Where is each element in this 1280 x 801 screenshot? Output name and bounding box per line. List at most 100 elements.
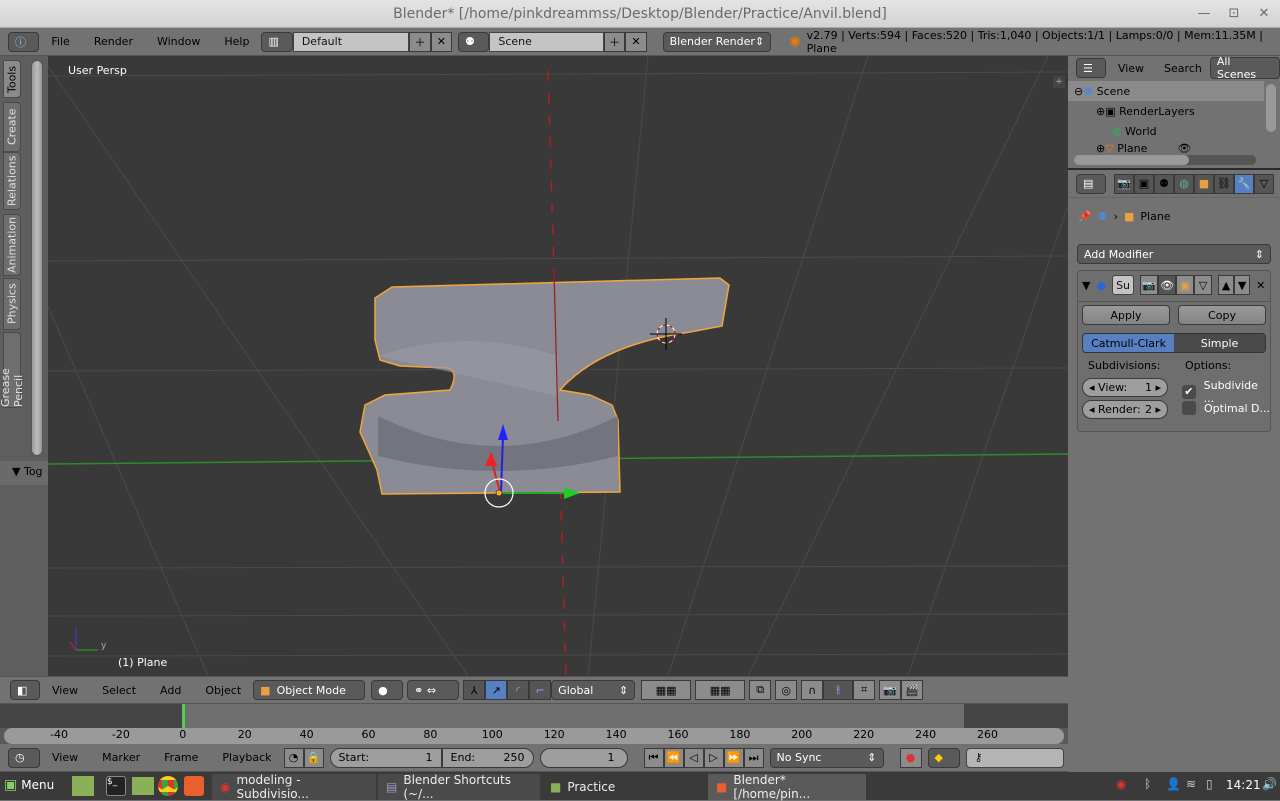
close-button[interactable]: ✕ [1256, 6, 1272, 22]
clock[interactable]: 14:21 [1226, 778, 1261, 792]
play-reverse-icon[interactable]: ◁ [683, 747, 704, 768]
proportional-edit-icon[interactable]: ◎ [775, 680, 798, 700]
object-tab-icon[interactable]: ■ [1194, 173, 1214, 194]
properties-editor-icon[interactable]: ▤ [1076, 173, 1106, 194]
terminal-icon[interactable]: $_ [106, 776, 126, 796]
copy-button[interactable]: Copy [1178, 305, 1266, 325]
render-levels-field[interactable]: ◂ Render: 2 ▸ [1082, 400, 1168, 419]
simple-option[interactable]: Simple [1174, 334, 1265, 352]
task-chrome[interactable]: ◉ modeling - Subdivisio... [212, 773, 376, 801]
menu-file[interactable]: File [39, 35, 81, 48]
outliner-filter-select[interactable]: All Scenes [1209, 55, 1280, 81]
editmode-toggle-icon[interactable]: ▣ [1176, 275, 1195, 295]
world-tab-icon[interactable]: ◍ [1174, 173, 1194, 194]
end-frame-field[interactable]: End: 250 [441, 747, 534, 768]
view-levels-field[interactable]: ◂ View: 1 ▸ [1082, 378, 1168, 397]
outliner-item-world[interactable]: ◍ World [1068, 121, 1264, 141]
current-frame-marker[interactable] [182, 704, 185, 728]
properties-toggle-button[interactable]: + [1053, 76, 1065, 88]
outliner-item-scene[interactable]: ⊖ ⚉ Scene [1068, 81, 1264, 101]
menu-add[interactable]: Add [148, 684, 193, 697]
opengl-render-icon[interactable]: 📷 [879, 680, 902, 700]
outliner-editor-icon[interactable]: ☰ [1076, 58, 1106, 78]
lock-layers-icon[interactable]: ⧉ [749, 680, 772, 700]
chrome-tray-icon[interactable]: ◉ [1116, 777, 1126, 791]
constraints-tab-icon[interactable]: ⛓ [1214, 173, 1234, 194]
apply-button[interactable]: Apply [1082, 305, 1170, 325]
modifier-name-field[interactable]: Su [1112, 275, 1135, 295]
keying-icon[interactable]: ◆ [927, 747, 960, 768]
sync-select[interactable]: No Sync ⇕ [769, 747, 884, 768]
remove-scene-button[interactable]: ✕ [625, 31, 647, 52]
manipulator-toggle-icon[interactable]: ⅄ [463, 680, 486, 700]
remove-modifier-icon[interactable]: ✕ [1256, 279, 1265, 292]
task-shortcuts[interactable]: ▤ Blender Shortcuts (~/... [378, 773, 540, 801]
modifiers-tab-icon[interactable]: 🔧 [1234, 173, 1254, 194]
preview-range-icon[interactable]: ◔ [283, 747, 304, 768]
toggle-panel[interactable]: ▼ Tog [0, 461, 48, 485]
layout-field[interactable]: Default [292, 31, 410, 52]
render-tab-icon[interactable]: 📷 [1114, 173, 1134, 194]
timeline-ruler-scrollbar[interactable] [4, 728, 1064, 744]
pin-icon[interactable]: 📌 [1078, 210, 1092, 223]
outliner-hscrollbar[interactable] [1074, 155, 1256, 165]
current-frame-field[interactable]: 1 [539, 747, 628, 768]
opengl-animation-icon[interactable]: 🎬 [901, 680, 924, 700]
lock-range-icon[interactable]: 🔒 [303, 747, 324, 768]
remove-layout-button[interactable]: ✕ [430, 31, 452, 52]
tab-animation[interactable]: Animation [3, 214, 21, 276]
menu-render[interactable]: Render [82, 35, 145, 48]
pivot-select[interactable]: ⚭ ⇔ [407, 680, 460, 700]
task-practice[interactable]: ■ Practice [542, 774, 706, 800]
show-desktop-icon[interactable] [72, 776, 94, 796]
scale-manipulator-icon[interactable]: ⌐ [529, 680, 552, 700]
outliner-menu-view[interactable]: View [1106, 62, 1156, 75]
wifi-icon[interactable]: ≋ [1186, 777, 1196, 791]
tab-relations[interactable]: Relations [3, 152, 21, 210]
timeline-menu-playback[interactable]: Playback [210, 751, 283, 764]
outliner-vscrollbar[interactable] [1266, 84, 1276, 132]
viewport-toggle-icon[interactable]: 👁 [1158, 275, 1177, 295]
add-modifier-select[interactable]: Add Modifier ⇕ [1077, 244, 1271, 264]
3d-viewport[interactable]: User Persp y (1) Plane + [48, 56, 1068, 676]
move-down-icon[interactable]: ▼ [1234, 275, 1251, 295]
editor-type-timeline-icon[interactable]: ◷ [8, 747, 40, 768]
task-blender[interactable]: ■ Blender* [/home/pin... [708, 773, 866, 801]
menu-window[interactable]: Window [145, 35, 212, 48]
keying-set-field[interactable]: ⚷ [965, 747, 1064, 768]
scene-field[interactable]: Scene [489, 31, 604, 52]
files-icon[interactable] [132, 777, 154, 795]
editor-type-3d-icon[interactable]: ◧ [10, 680, 40, 700]
layout-icon[interactable]: ▥ [261, 31, 293, 52]
rotate-manipulator-icon[interactable]: ◜ [507, 680, 530, 700]
timeline[interactable]: -40 -20 0 20 40 60 80 100 120 140 160 180 200 220 240 2… [0, 704, 1068, 744]
outliner-menu-search[interactable]: Search [1156, 62, 1210, 75]
visibility-eye-icon[interactable]: 👁 [1177, 142, 1191, 155]
optimal-display-checkbox[interactable]: Optimal D... [1182, 401, 1270, 415]
tool-shelf-scrollbar[interactable] [31, 60, 43, 456]
record-icon[interactable]: ● [899, 747, 922, 768]
add-scene-button[interactable]: ＋ [603, 31, 626, 52]
battery-icon[interactable]: ▯ [1206, 777, 1213, 791]
snap-magnet-icon[interactable]: ∩ [801, 680, 824, 700]
menu-view[interactable]: View [40, 684, 90, 697]
play-icon[interactable]: ▷ [703, 747, 724, 768]
scene-icon[interactable]: ⚉ [457, 31, 490, 52]
render-engine-select[interactable]: Blender Render ⇕ [662, 31, 772, 52]
jump-keyframe-back-icon[interactable]: ⏪ [663, 747, 684, 768]
move-up-icon[interactable]: ▲ [1218, 275, 1235, 295]
menu-object[interactable]: Object [193, 684, 253, 697]
tab-tools[interactable]: Tools [3, 60, 21, 98]
tab-create[interactable]: Create [3, 102, 21, 152]
outliner-item-plane[interactable]: ⊕ ▽ Plane 👁 [1068, 141, 1264, 155]
add-layout-button[interactable]: ＋ [409, 31, 431, 52]
timeline-menu-view[interactable]: View [40, 751, 90, 764]
jump-start-icon[interactable]: ⏮ [643, 747, 664, 768]
bluetooth-icon[interactable]: ᛒ [1144, 777, 1151, 791]
minimize-button[interactable]: — [1196, 6, 1212, 22]
maximize-button[interactable]: ⊡ [1226, 6, 1242, 22]
jump-keyframe-forward-icon[interactable]: ⏩ [723, 747, 744, 768]
chrome-icon[interactable] [158, 776, 178, 796]
cage-toggle-icon[interactable]: ▽ [1194, 275, 1213, 295]
snap-element-icon[interactable]: ⫲ [823, 680, 854, 700]
